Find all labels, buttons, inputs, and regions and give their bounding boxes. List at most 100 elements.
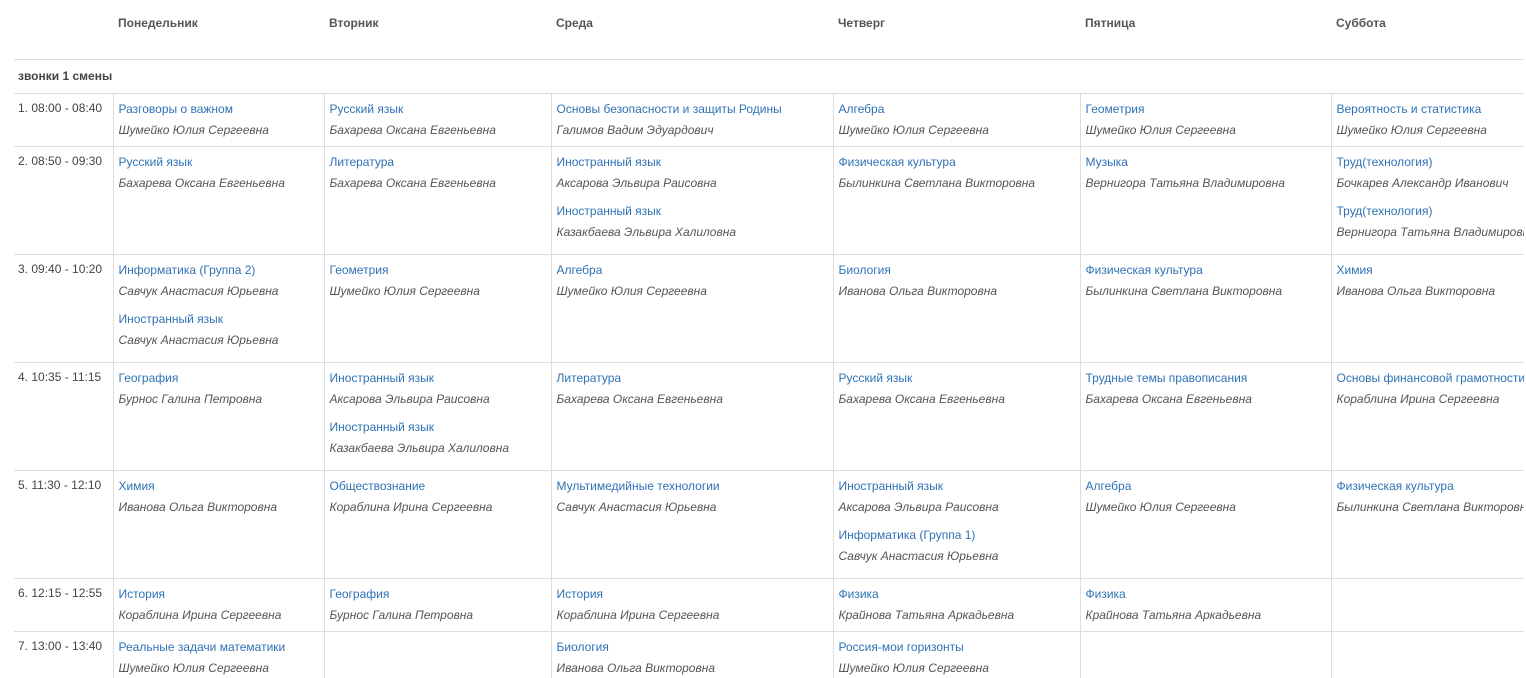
subject-link[interactable]: Труд(технология)	[1337, 203, 1525, 219]
subject-link[interactable]: Разговоры о важном	[119, 101, 319, 117]
subject-link[interactable]: История	[119, 586, 319, 602]
teacher-name: Савчук Анастасия Юрьевна	[118, 283, 279, 298]
teacher-name: Кораблина Ирина Сергеевна	[1336, 391, 1500, 406]
lesson-cell-saturday: Основы финансовой грамотности Кораблина И…	[1330, 362, 1525, 471]
subject-link[interactable]: Алгебра	[557, 262, 828, 278]
lesson-entry: Физика Крайнова Татьяна Аркадьевна	[1086, 586, 1326, 623]
subject-link[interactable]: Труд(технология)	[1337, 154, 1525, 170]
subject-link[interactable]: Биология	[839, 262, 1075, 278]
subject-link[interactable]: Алгебра	[1086, 478, 1326, 494]
teacher-name: Шумейко Юлия Сергеевна	[1085, 122, 1236, 137]
lesson-cell-wednesday: Иностранный язык Аксарова Эльвира Раисовн…	[550, 146, 833, 255]
subject-link[interactable]: Музыка	[1086, 154, 1326, 170]
subject-link[interactable]: Иностранный язык	[557, 154, 828, 170]
shift-label: звонки 1 смены	[14, 59, 1524, 94]
lesson-cell-tuesday: География Бурнос Галина Петровна	[323, 578, 551, 632]
lesson-row: 3. 09:40 - 10:20 Информатика (Группа 2) Са…	[14, 254, 1525, 363]
subject-link[interactable]: Обществознание	[330, 478, 546, 494]
lesson-cell-monday: Реальные задачи математики Шумейко Юлия С…	[112, 631, 324, 678]
subject-link[interactable]: Информатика (Группа 1)	[839, 527, 1075, 543]
teacher-name: Бурнос Галина Петровна	[329, 607, 474, 622]
subject-link[interactable]: Русский язык	[330, 101, 546, 117]
subject-link[interactable]: Мультимедийные технологии	[557, 478, 828, 494]
subject-link[interactable]: Иностранный язык	[839, 478, 1075, 494]
lesson-cell-thursday: Россия-мои горизонты Шумейко Юлия Сергеев…	[832, 631, 1080, 678]
subject-link[interactable]: Литература	[330, 154, 546, 170]
teacher-name: Аксарова Эльвира Раисовна	[838, 499, 999, 514]
teacher-name: Шумейко Юлия Сергеевна	[118, 660, 269, 675]
lesson-cell-monday: Разговоры о важном Шумейко Юлия Сергеевна	[112, 93, 324, 147]
lesson-time: 3. 09:40 - 10:20	[14, 254, 113, 363]
subject-link[interactable]: Химия	[1337, 262, 1525, 278]
subject-link[interactable]: Русский язык	[119, 154, 319, 170]
subject-link[interactable]: Реальные задачи математики	[119, 639, 319, 655]
lesson-cell-wednesday: Алгебра Шумейко Юлия Сергеевна	[550, 254, 833, 363]
subject-link[interactable]: Физика	[1086, 586, 1326, 602]
subject-link[interactable]: Русский язык	[839, 370, 1075, 386]
teacher-name: Савчук Анастасия Юрьевна	[118, 332, 279, 347]
lesson-entry: Алгебра Шумейко Юлия Сергеевна	[839, 101, 1075, 138]
lesson-cell-thursday: Русский язык Бахарева Оксана Евгеньевна	[832, 362, 1080, 471]
lesson-cell-wednesday: Мультимедийные технологии Савчук Анастаси…	[550, 470, 833, 579]
subject-link[interactable]: Химия	[119, 478, 319, 494]
lesson-row: 1. 08:00 - 08:40 Разговоры о важном Шумейк…	[14, 93, 1525, 147]
lesson-row: 5. 11:30 - 12:10 Химия Иванова Ольга Викто…	[14, 470, 1525, 579]
day-header-wednesday: Среда	[551, 0, 833, 60]
teacher-name: Крайнова Татьяна Аркадьевна	[838, 607, 1015, 622]
teacher-name: Савчук Анастасия Юрьевна	[838, 548, 999, 563]
lesson-cell-tuesday: Геометрия Шумейко Юлия Сергеевна	[323, 254, 551, 363]
teacher-name: Былинкина Светлана Викторовна	[838, 175, 1036, 190]
lesson-cell-wednesday: История Кораблина Ирина Сергеевна	[550, 578, 833, 632]
teacher-name: Бахарева Оксана Евгеньевна	[556, 391, 723, 406]
lesson-cell-friday: Музыка Вернигора Татьяна Владимировна	[1079, 146, 1331, 255]
lesson-entry: Трудные темы правописания Бахарева Оксана…	[1086, 370, 1326, 407]
subject-link[interactable]: Иностранный язык	[557, 203, 828, 219]
subject-link[interactable]: География	[330, 586, 546, 602]
subject-link[interactable]: Иностранный язык	[330, 370, 546, 386]
lesson-time: 5. 11:30 - 12:10	[14, 470, 113, 579]
subject-link[interactable]: Вероятность и статистика	[1337, 101, 1525, 117]
teacher-name: Казакбаева Эльвира Халиловна	[329, 440, 510, 455]
subject-link[interactable]: Трудные темы правописания	[1086, 370, 1326, 386]
teacher-name: Вернигора Татьяна Владимировна	[1336, 224, 1525, 239]
teacher-name: Бахарева Оксана Евгеньевна	[329, 175, 496, 190]
lesson-cell-thursday: Иностранный язык Аксарова Эльвира Раисовн…	[832, 470, 1080, 579]
lesson-entry: Химия Иванова Ольга Викторовна	[1337, 262, 1525, 299]
lesson-row: 7. 13:00 - 13:40 Реальные задачи математи…	[14, 631, 1524, 678]
lesson-row: 4. 10:35 - 11:15 География Бурнос Галина П…	[14, 362, 1525, 471]
subject-link[interactable]: Россия-мои горизонты	[839, 639, 1075, 655]
subject-link[interactable]: Физика	[839, 586, 1075, 602]
subject-link[interactable]: Информатика (Группа 2)	[119, 262, 319, 278]
teacher-name: Иванова Ольга Викторовна	[1336, 283, 1496, 298]
teacher-name: Шумейко Юлия Сергеевна	[118, 122, 269, 137]
subject-link[interactable]: Физическая культура	[1086, 262, 1326, 278]
lesson-entry: Россия-мои горизонты Шумейко Юлия Сергеев…	[839, 639, 1075, 676]
lesson-entry: Алгебра Шумейко Юлия Сергеевна	[557, 262, 828, 299]
lesson-cell-saturday: Физическая культура Былинкина Светлана Ви…	[1330, 470, 1525, 579]
subject-link[interactable]: Физическая культура	[1337, 478, 1525, 494]
subject-link[interactable]: Основы безопасности и защиты Родины	[557, 101, 828, 117]
subject-link[interactable]: Геометрия	[1086, 101, 1326, 117]
subject-link[interactable]: Иностранный язык	[330, 419, 546, 435]
subject-link[interactable]: История	[557, 586, 828, 602]
subject-link[interactable]: География	[119, 370, 319, 386]
teacher-name: Савчук Анастасия Юрьевна	[556, 499, 717, 514]
teacher-name: Шумейко Юлия Сергеевна	[838, 660, 989, 675]
subject-link[interactable]: Алгебра	[839, 101, 1075, 117]
subject-link[interactable]: Физическая культура	[839, 154, 1075, 170]
time-column-header	[14, 0, 113, 60]
subject-link[interactable]: Геометрия	[330, 262, 546, 278]
lesson-cell-wednesday: Биология Иванова Ольга Викторовна	[550, 631, 833, 678]
teacher-name: Бурнос Галина Петровна	[118, 391, 263, 406]
lesson-entry: Физика Крайнова Татьяна Аркадьевна	[839, 586, 1075, 623]
teacher-name: Галимов Вадим Эдуардович	[556, 122, 714, 137]
lesson-entry: Литература Бахарева Оксана Евгеньевна	[557, 370, 828, 407]
lesson-entry: Иностранный язык Казакбаева Эльвира Халил…	[330, 419, 546, 456]
lesson-entry: Биология Иванова Ольга Викторовна	[839, 262, 1075, 299]
subject-link[interactable]: Основы финансовой грамотности	[1337, 370, 1525, 386]
subject-link[interactable]: Литература	[557, 370, 828, 386]
subject-link[interactable]: Иностранный язык	[119, 311, 319, 327]
lesson-entry: Литература Бахарева Оксана Евгеньевна	[330, 154, 546, 191]
subject-link[interactable]: Биология	[557, 639, 828, 655]
lesson-cell-friday: Алгебра Шумейко Юлия Сергеевна	[1079, 470, 1331, 579]
